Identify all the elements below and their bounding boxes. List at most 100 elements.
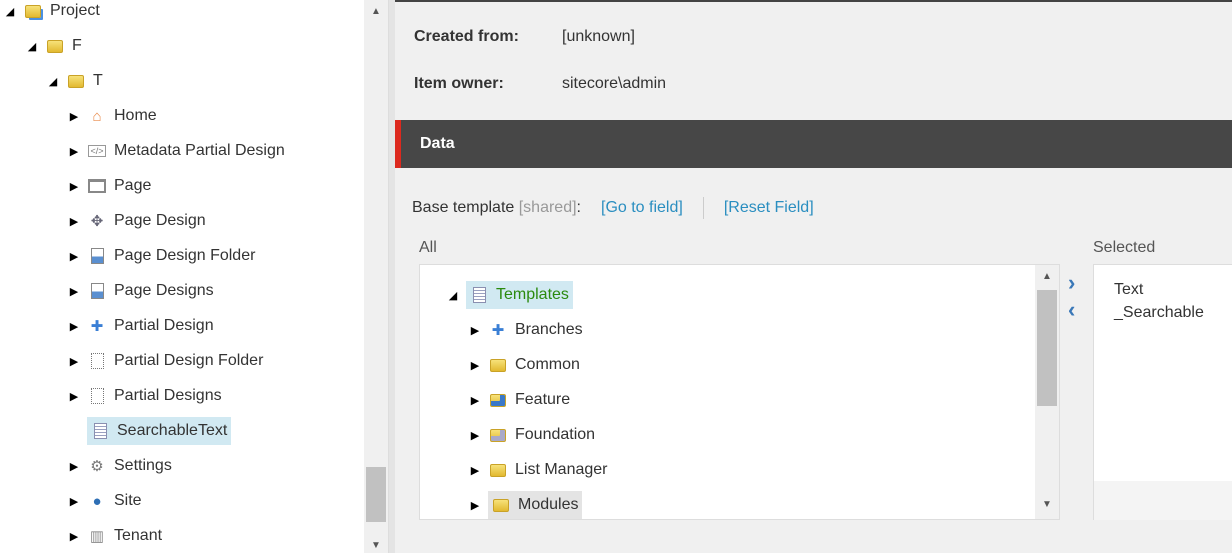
selected-item[interactable]: Text (1114, 278, 1204, 301)
collapse-arrow-icon[interactable]: ◢ (446, 289, 460, 302)
collapse-arrow-icon[interactable]: ◢ (25, 40, 39, 53)
expand-arrow-icon[interactable]: ▶ (67, 180, 81, 193)
tree-item-label: Page Design Folder (114, 247, 256, 264)
expand-arrow-icon[interactable]: ▶ (468, 394, 482, 407)
tree-item[interactable]: ◢ T (46, 67, 103, 95)
tree-item-label: Partial Designs (114, 387, 222, 404)
item-owner-label: Item owner: (414, 75, 504, 92)
project-folder-icon (23, 1, 43, 21)
expand-arrow-icon[interactable]: ▶ (468, 429, 482, 442)
templates-scrollbar[interactable]: ▲ ▼ (1035, 265, 1059, 519)
tree-item[interactable]: ▶ ⌂ Home (67, 102, 157, 130)
document-chart-icon (87, 281, 107, 301)
field-label: Base template (412, 199, 515, 216)
tree-scrollbar-thumb[interactable] (366, 467, 386, 522)
tree-item[interactable]: ▶ Partial Design Folder (67, 347, 263, 375)
tree-item[interactable]: ▶ ▥ Tenant (67, 522, 162, 550)
tree-item[interactable]: ▶ ✚ Partial Design (67, 312, 214, 340)
dotted-document-icon (87, 351, 107, 371)
scroll-up-icon[interactable]: ▲ (1035, 271, 1059, 282)
tree-item-label: Page Designs (114, 282, 214, 299)
data-section-header[interactable]: Data (395, 120, 1232, 168)
tree-item[interactable]: ▶ ✚ Branches (468, 316, 583, 344)
tree-item[interactable]: ▶ ✥ Page Design (67, 207, 206, 235)
tree-item-label: Templates (496, 286, 569, 303)
building-icon: ▥ (89, 528, 105, 545)
all-label: All (419, 239, 437, 256)
go-to-field-link[interactable]: [Go to field] (601, 199, 683, 217)
home-icon: ⌂ (92, 107, 102, 125)
tree-item[interactable]: ▶ ⚙ Settings (67, 452, 172, 480)
scroll-up-icon[interactable]: ▲ (364, 6, 388, 17)
reset-field-link[interactable]: [Reset Field] (724, 199, 814, 217)
tree-item[interactable]: ▶ Page (67, 172, 152, 200)
expand-arrow-icon[interactable]: ▶ (468, 359, 482, 372)
expand-arrow-icon[interactable]: ▶ (67, 285, 81, 298)
tree-item-label: F (72, 37, 82, 54)
puzzle-grey-icon: ✥ (90, 213, 104, 230)
tree-item-label: Page Design (114, 212, 206, 229)
code-icon: </> (88, 145, 106, 157)
tree-item-label: T (93, 72, 103, 89)
tree-item-label: Home (114, 107, 157, 124)
panel-splitter[interactable] (388, 0, 395, 553)
templates-scrollbar-thumb[interactable] (1037, 290, 1057, 406)
collapse-arrow-icon[interactable]: ◢ (3, 5, 17, 18)
tree-item-label: Tenant (114, 527, 163, 544)
tree-item[interactable]: ◢ Project (3, 0, 100, 25)
tree-item[interactable]: ▶ Common (468, 351, 580, 379)
tree-item-label: Foundation (515, 426, 596, 443)
window-icon (87, 176, 107, 196)
expand-arrow-icon[interactable]: ▶ (468, 464, 482, 477)
shared-tag: [shared] (518, 199, 577, 216)
tree-item[interactable]: ▶ ● Site (67, 487, 142, 515)
expand-arrow-icon[interactable]: ▶ (67, 215, 81, 228)
tree-item[interactable]: ▶ Page Designs (67, 277, 214, 305)
expand-arrow-icon[interactable]: ▶ (67, 495, 81, 508)
expand-arrow-icon[interactable]: ▶ (67, 390, 81, 403)
tree-item[interactable]: ◢ Templates (446, 281, 573, 309)
scroll-down-icon[interactable]: ▼ (364, 540, 388, 551)
remove-selected-arrow-icon[interactable]: ‹ (1068, 297, 1075, 323)
expand-arrow-icon[interactable]: ▶ (67, 355, 81, 368)
collapse-arrow-icon[interactable]: ◢ (46, 75, 60, 88)
template-icon (90, 421, 110, 441)
tree-item-label: Common (515, 356, 580, 373)
tree-item[interactable]: SearchableText (67, 417, 232, 445)
folder-icon (488, 355, 508, 375)
expand-arrow-icon[interactable]: ▶ (67, 145, 81, 158)
dotted-document-icon (87, 386, 107, 406)
tree-item[interactable]: ▶ Feature (468, 386, 570, 414)
tree-item-label: Page (114, 177, 152, 194)
tree-item[interactable]: ▶ Modules (468, 491, 583, 519)
template-icon (469, 285, 489, 305)
field-colon: : (576, 199, 581, 216)
tree-item-label: Branches (515, 321, 583, 338)
expand-arrow-icon[interactable]: ▶ (67, 110, 81, 123)
expand-arrow-icon[interactable]: ▶ (67, 250, 81, 263)
tree-item[interactable]: ▶ </> Metadata Partial Design (67, 137, 285, 165)
folder-icon (66, 71, 86, 91)
list-footer (1094, 481, 1232, 520)
tree-item[interactable]: ▶ List Manager (468, 456, 608, 484)
link-divider (702, 197, 704, 219)
tree-item[interactable]: ▶ Page Design Folder (67, 242, 255, 270)
tree-item[interactable]: ◢ F (25, 32, 82, 60)
expand-arrow-icon[interactable]: ▶ (67, 320, 81, 333)
selected-item[interactable]: _Searchable (1114, 301, 1204, 324)
expand-arrow-icon[interactable]: ▶ (67, 530, 81, 543)
expand-arrow-icon[interactable]: ▶ (468, 324, 482, 337)
folder-icon (488, 460, 508, 480)
folder-icon (45, 36, 65, 56)
expand-arrow-icon[interactable]: ▶ (468, 499, 482, 512)
tree-item-label: Partial Design (114, 317, 214, 334)
selected-templates-list[interactable]: Text _Searchable (1093, 264, 1232, 520)
scroll-down-icon[interactable]: ▼ (1035, 499, 1059, 510)
tree-item-label: Metadata Partial Design (114, 142, 285, 159)
tree-item[interactable]: ▶ Foundation (468, 421, 595, 449)
add-selected-arrow-icon[interactable]: › (1068, 270, 1075, 296)
created-from-value: [unknown] (562, 28, 635, 45)
expand-arrow-icon[interactable]: ▶ (67, 460, 81, 473)
tree-item[interactable]: ▶ Partial Designs (67, 382, 222, 410)
tree-item-label: List Manager (515, 461, 608, 478)
